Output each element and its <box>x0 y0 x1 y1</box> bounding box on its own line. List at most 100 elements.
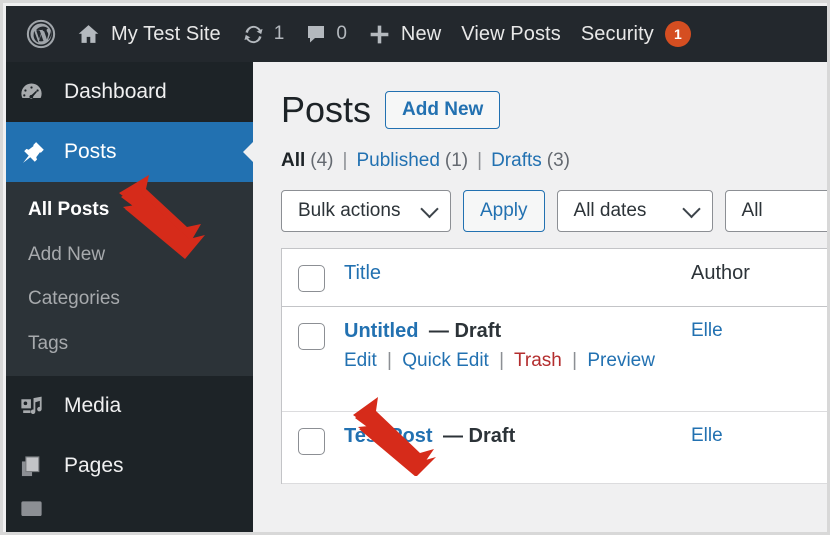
category-filter-select[interactable]: All <box>725 190 830 232</box>
filter-count-all: (4) <box>310 150 333 172</box>
sidebar-item-label: Posts <box>64 140 117 164</box>
comments-bubble-icon <box>18 498 54 525</box>
wordpress-logo-icon <box>26 19 56 49</box>
post-author-link[interactable]: Elle <box>691 320 723 341</box>
sidebar-item-label: Pages <box>64 454 124 478</box>
column-header-author-label: Author <box>691 262 750 284</box>
row-author-cell: Elle <box>691 412 830 459</box>
filter-count-published: (1) <box>445 150 468 172</box>
posts-submenu: All Posts Add New Categories Tags <box>6 182 253 376</box>
row-title-cell: Test Post — Draft <box>344 412 691 460</box>
view-posts-menu[interactable]: View Posts <box>451 6 571 62</box>
table-row: Test Post — Draft Elle <box>282 412 830 484</box>
row-select-cell <box>282 307 344 364</box>
page-title: Posts <box>281 90 371 130</box>
table-toolbar: Bulk actions Apply All dates All <box>281 190 830 232</box>
post-status-label: — Draft <box>443 425 515 447</box>
updates-menu[interactable]: 1 <box>231 6 295 62</box>
home-icon <box>76 22 101 47</box>
sidebar-item-partial[interactable] <box>6 496 253 526</box>
updates-refresh-icon <box>241 22 266 47</box>
column-header-title[interactable]: Title <box>344 249 691 297</box>
site-name-menu[interactable]: My Test Site <box>66 6 231 62</box>
posts-list-page: Posts Add New All (4) | Published (1) | … <box>253 62 830 535</box>
chevron-down-icon <box>682 199 700 217</box>
row-action-separator: | <box>499 350 504 371</box>
filter-link-drafts[interactable]: Drafts <box>491 150 542 172</box>
category-filter-value: All <box>742 200 763 222</box>
bulk-actions-value: Bulk actions <box>298 200 400 222</box>
chevron-down-icon <box>420 199 438 217</box>
row-select-cell <box>282 412 344 469</box>
add-new-button[interactable]: Add New <box>385 91 500 129</box>
sidebar-item-dashboard[interactable]: Dashboard <box>6 62 253 122</box>
media-camera-music-icon <box>18 393 54 420</box>
row-author-cell: Elle <box>691 307 830 354</box>
plus-icon <box>367 22 392 47</box>
filter-link-all[interactable]: All <box>281 150 305 172</box>
sidebar-item-label: Media <box>64 394 121 418</box>
select-all-cell <box>282 249 344 306</box>
new-content-label: New <box>401 23 441 46</box>
wordpress-logo-menu[interactable] <box>16 6 66 62</box>
row-action-separator: | <box>572 350 577 371</box>
security-menu[interactable]: Security 1 <box>571 6 701 62</box>
submenu-item-label: All Posts <box>28 199 109 220</box>
security-badge: 1 <box>665 21 691 47</box>
table-header-row: Title Author <box>282 249 830 307</box>
row-title-cell: Untitled — Draft Edit | Quick Edit | Tra… <box>344 307 691 384</box>
submenu-item-label: Categories <box>28 288 120 309</box>
row-checkbox[interactable] <box>298 428 325 455</box>
submenu-item-all-posts[interactable]: All Posts <box>6 188 253 233</box>
filter-separator: | <box>343 150 348 172</box>
row-action-edit[interactable]: Edit <box>344 350 377 371</box>
filter-separator: | <box>477 150 482 172</box>
page-header: Posts Add New <box>281 90 830 130</box>
view-posts-label: View Posts <box>461 23 561 46</box>
sidebar-item-media[interactable]: Media <box>6 376 253 436</box>
admin-sidebar-menu: Dashboard Posts All Posts Add New Catego… <box>6 62 253 535</box>
post-title-link[interactable]: Test Post <box>344 425 433 447</box>
filter-count-drafts: (3) <box>547 150 570 172</box>
post-status-label: — Draft <box>429 320 501 342</box>
comments-count: 0 <box>336 23 347 45</box>
submenu-item-label: Add New <box>28 244 105 265</box>
submenu-item-add-new[interactable]: Add New <box>6 233 253 278</box>
new-content-menu[interactable]: New <box>357 6 451 62</box>
post-author-link[interactable]: Elle <box>691 425 723 446</box>
updates-count: 1 <box>274 23 285 45</box>
screenshot-frame: My Test Site 1 0 New View Posts <box>0 0 830 535</box>
select-all-checkbox[interactable] <box>298 265 325 292</box>
apply-button[interactable]: Apply <box>463 190 545 232</box>
submenu-item-tags[interactable]: Tags <box>6 322 253 367</box>
pin-icon <box>18 139 54 166</box>
sidebar-item-posts[interactable]: Posts <box>6 122 253 182</box>
wp-admin-bar: My Test Site 1 0 New View Posts <box>6 6 830 62</box>
row-action-separator: | <box>387 350 392 371</box>
comment-bubble-icon <box>304 22 328 46</box>
column-header-author: Author <box>691 249 830 297</box>
security-label: Security <box>581 23 654 46</box>
comments-menu[interactable]: 0 <box>294 6 357 62</box>
pages-stack-icon <box>18 453 54 480</box>
sidebar-item-label: Dashboard <box>64 80 167 104</box>
bulk-actions-select[interactable]: Bulk actions <box>281 190 451 232</box>
table-row: Untitled — Draft Edit | Quick Edit | Tra… <box>282 307 830 412</box>
date-filter-value: All dates <box>574 200 647 222</box>
submenu-item-categories[interactable]: Categories <box>6 277 253 322</box>
row-action-preview[interactable]: Preview <box>587 350 655 371</box>
column-header-title-label: Title <box>344 262 381 284</box>
submenu-item-label: Tags <box>28 333 68 354</box>
sidebar-item-pages[interactable]: Pages <box>6 436 253 496</box>
site-name-label: My Test Site <box>111 23 221 46</box>
post-title-link[interactable]: Untitled <box>344 320 418 342</box>
post-status-filter-links: All (4) | Published (1) | Drafts (3) <box>281 150 830 172</box>
filter-link-published[interactable]: Published <box>356 150 439 172</box>
date-filter-select[interactable]: All dates <box>557 190 713 232</box>
row-checkbox[interactable] <box>298 323 325 350</box>
row-action-quick-edit[interactable]: Quick Edit <box>402 350 489 371</box>
row-action-trash[interactable]: Trash <box>514 350 562 371</box>
dashboard-gauge-icon <box>18 79 54 106</box>
row-actions: Edit | Quick Edit | Trash | Preview <box>344 350 691 372</box>
posts-table: Title Author Untitled — Draft Edit | Qui… <box>281 248 830 484</box>
